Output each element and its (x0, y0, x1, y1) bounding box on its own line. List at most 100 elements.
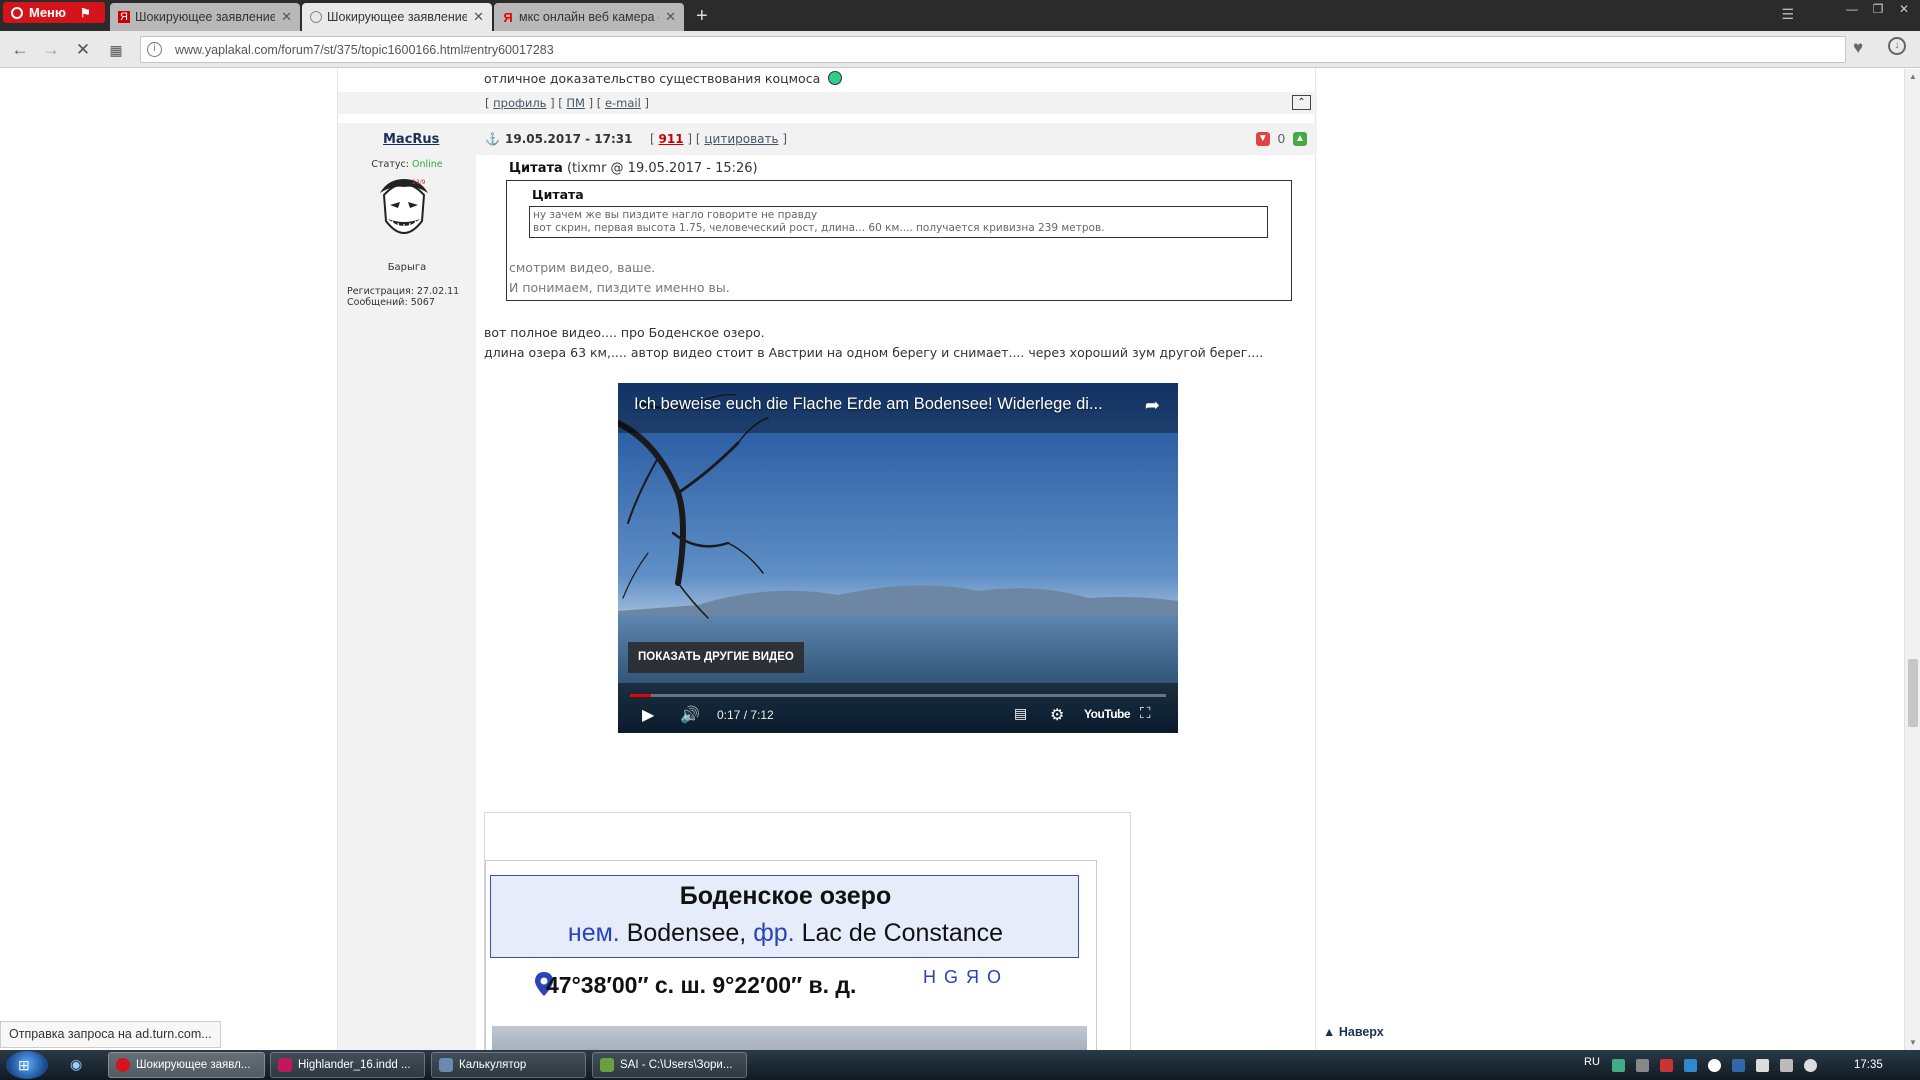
tab-1[interactable]: Я Шокирующее заявление ✕ (110, 3, 300, 31)
forward-arrow-icon[interactable]: → (40, 39, 62, 61)
nested-quote-title: Цитата (532, 187, 584, 202)
post-number-link[interactable]: 911 (659, 132, 684, 146)
infobox-screenshot: Боденское озеро нем. Bodensee, фр. Lac d… (484, 812, 1131, 1050)
author-link[interactable]: MacRus (383, 132, 439, 147)
video-controls: ▶ 🔊 0:17 / 7:12 ▤ ⚙ YouTube ⛶ (618, 701, 1178, 733)
window-controls: — ❐ ✕ (1840, 0, 1916, 18)
opera-menu-button[interactable]: Меню ⚑ (3, 2, 105, 23)
settings-gear-icon[interactable]: ⚙ (1050, 705, 1064, 725)
post-rating: ▼ 0 ▲ (1255, 131, 1307, 146)
page-scrollbar[interactable]: ▲ ▼ (1904, 69, 1920, 1050)
bookmark-heart-icon[interactable]: ♥ (1853, 38, 1863, 58)
network-status-icon[interactable] (1780, 1059, 1793, 1072)
speed-dial-grid-icon[interactable]: ▦ (105, 39, 127, 61)
user-post-count: Сообщений: 5067 (347, 297, 435, 308)
tab-label: Шокирующее заявление (135, 10, 276, 24)
close-tab-icon[interactable]: ✕ (473, 9, 484, 25)
tray-monitor-icon[interactable] (1732, 1059, 1745, 1072)
volume-icon[interactable]: 🔊 (680, 705, 700, 725)
taskbar-item-sai[interactable]: SAI - C:\Users\Зори... (592, 1052, 747, 1078)
email-link[interactable]: e-mail (605, 96, 641, 110)
status-online: Online (411, 159, 443, 170)
new-tab-plus-icon[interactable]: + (696, 5, 708, 28)
tab-2-active[interactable]: Шокирующее заявление ✕ (302, 3, 492, 31)
opera-icon (116, 1058, 130, 1072)
tray-clock-icon[interactable] (1708, 1059, 1721, 1072)
loading-spinner-icon (310, 11, 322, 23)
video-title[interactable]: Ich beweise euch die Flache Erde am Bode… (634, 395, 1103, 414)
infobox-header: Боденское озеро нем. Bodensee, фр. Lac d… (490, 875, 1079, 958)
quote-reply-line: И понимаем, пиздите именно вы. (509, 280, 730, 295)
menu-label: Меню (29, 5, 67, 20)
scroll-down-arrow-icon[interactable]: ▼ (1909, 1038, 1917, 1047)
fullscreen-icon[interactable]: ⛶ (1140, 705, 1151, 722)
post-header: MacRus ⚓ 19.05.2017 - 17:31 [ 911 ] [ ци… (338, 123, 1317, 155)
opera-logo-icon (11, 6, 23, 19)
maximize-icon[interactable]: ❐ (1866, 0, 1890, 18)
video-progress-bar[interactable] (630, 694, 1166, 697)
tray-shield-icon[interactable] (1660, 1059, 1673, 1072)
tray-network-icon[interactable] (1684, 1059, 1697, 1072)
youtube-logo[interactable]: YouTube (1084, 707, 1131, 721)
taskbar-item-calculator[interactable]: Калькулятор (431, 1052, 586, 1078)
download-icon[interactable]: ↓ (1888, 37, 1906, 55)
tab-menu-icon[interactable]: ☰ (1781, 6, 1794, 23)
pinned-app-icon[interactable]: ◉ (70, 1056, 82, 1073)
rate-up-icon[interactable]: ▲ (1293, 131, 1307, 146)
user-info-sidebar: Статус: Online 23/9 Барыга Регистрация: … (338, 155, 476, 1050)
minimize-icon[interactable]: — (1840, 0, 1864, 18)
url-text[interactable]: www.yaplakal.com/forum7/st/375/topic1600… (175, 43, 554, 57)
sai-icon (600, 1058, 614, 1072)
calculator-icon (439, 1058, 453, 1072)
back-arrow-icon[interactable]: ← (9, 39, 31, 61)
youtube-video-player[interactable]: Ich beweise euch die Flache Erde am Bode… (618, 383, 1178, 733)
taskbar-item-opera[interactable]: Шокирующее заявл... (108, 1052, 265, 1078)
address-bar[interactable]: i www.yaplakal.com/forum7/st/375/topic16… (140, 36, 1846, 63)
video-frame (618, 383, 1178, 733)
taskbar-clock[interactable]: 17:35 (1854, 1059, 1883, 1071)
tray-link-icon[interactable] (1636, 1059, 1649, 1072)
close-tab-icon[interactable]: ✕ (281, 9, 292, 25)
start-button[interactable]: ⊞ (6, 1051, 48, 1079)
quote-link[interactable]: цитировать (704, 132, 778, 146)
coordinates: 47°38′00″ с. ш. 9°22′00″ в. д. (546, 972, 857, 998)
more-videos-button[interactable]: ПОКАЗАТЬ ДРУГИЕ ВИДЕО (628, 642, 804, 673)
taskbar-item-indesign[interactable]: Highlander_16.indd ... (270, 1052, 425, 1078)
smiley-icon (828, 71, 843, 85)
play-icon[interactable]: ▶ (642, 705, 654, 725)
tab-3[interactable]: Я мкс онлайн веб камера - ✕ (494, 3, 684, 31)
language-indicator[interactable]: RU (1584, 1056, 1600, 1068)
back-to-top-link[interactable]: ▲ Наверх (1323, 1025, 1384, 1039)
close-tab-icon[interactable]: ✕ (665, 9, 676, 25)
windows-taskbar: ⊞ ◉ Шокирующее заявл... Highlander_16.in… (0, 1050, 1920, 1080)
nested-quote: ну зачем же вы пиздите нагло говорите не… (529, 206, 1268, 238)
scroll-up-arrow-icon[interactable]: ▲ (1909, 72, 1917, 81)
rate-down-icon[interactable]: ▼ (1255, 131, 1270, 146)
action-center-flag-icon[interactable] (1756, 1059, 1769, 1072)
subtitles-icon[interactable]: ▤ (1014, 705, 1027, 722)
forum-content: отличное доказательство существования ко… (337, 69, 1317, 1050)
share-icon[interactable]: ➦ (1145, 395, 1160, 416)
flow-flag-icon[interactable]: ⚑ (80, 6, 91, 20)
coordinate-links: HGЯO (923, 967, 1009, 987)
scroll-top-button[interactable]: ⌃ (1292, 95, 1311, 110)
quote-block: Цитата ну зачем же вы пиздите нагло гово… (506, 180, 1292, 301)
post-anchor-icon[interactable]: ⚓ (485, 132, 500, 146)
status-bar: Отправка запроса на ad.turn.com... (0, 1021, 221, 1048)
site-info-icon[interactable]: i (147, 42, 162, 57)
pm-link[interactable]: ПМ (566, 96, 585, 110)
status-label: Статус: (371, 159, 409, 170)
post-body-line: вот полное видео.... про Боденское озеро… (484, 325, 765, 340)
close-window-icon[interactable]: ✕ (1892, 0, 1916, 18)
tray-app-icon[interactable] (1612, 1059, 1625, 1072)
svg-text:23/9: 23/9 (412, 179, 426, 186)
profile-link[interactable]: профиль (493, 96, 546, 110)
avatar[interactable]: 23/9 (374, 175, 434, 247)
nested-quote-line: ну зачем же вы пиздите нагло говорите не… (533, 209, 818, 221)
stop-loading-icon[interactable]: ✕ (72, 39, 94, 61)
volume-icon[interactable] (1804, 1059, 1817, 1072)
nested-quote-line: вот скрин, первая высота 1.75, человечес… (533, 222, 1105, 234)
browser-toolbar: ← → ✕ ▦ i www.yaplakal.com/forum7/st/375… (0, 31, 1920, 68)
scroll-thumb[interactable] (1908, 659, 1918, 727)
lake-alt-names: нем. Bodensee, фр. Lac de Constance (567, 919, 1004, 947)
